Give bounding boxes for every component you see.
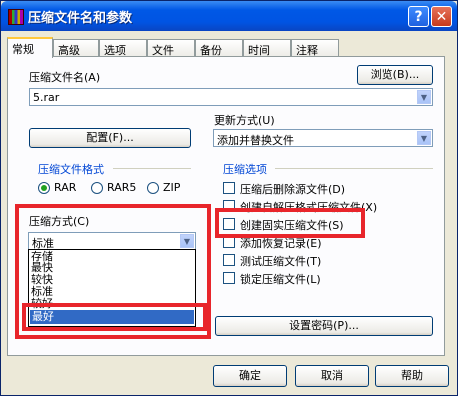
close-icon: ✕ (435, 8, 448, 25)
archive-name-label: 压缩文件名(A) (29, 71, 101, 84)
window-title: 压缩文件名和参数 (28, 11, 133, 26)
tab-time[interactable]: 时间 (243, 39, 291, 57)
question-icon: ? (414, 8, 423, 25)
tab-advanced[interactable]: 高级 (53, 39, 99, 57)
highlight-box-solid (215, 208, 365, 238)
radio-rar-label: RAR (54, 181, 77, 194)
checkbox-test-label: 测试压缩文件(T) (240, 255, 322, 268)
group-divider (113, 168, 191, 169)
radio-rar5-label: RAR5 (107, 181, 137, 194)
chevron-down-icon[interactable]: ▼ (417, 131, 431, 145)
set-password-button[interactable]: 设置密码(P)... (215, 316, 433, 336)
radio-rar5[interactable] (91, 182, 103, 194)
help-title-button[interactable]: ? (408, 6, 429, 27)
checkbox-delete-after[interactable] (223, 182, 235, 194)
title-bar[interactable]: 压缩文件名和参数 ? ✕ (1, 1, 457, 31)
group-divider (275, 168, 433, 169)
archive-name-combo[interactable]: 5.rar ▼ (29, 88, 433, 106)
profiles-button[interactable]: 配置(F)... (29, 128, 191, 148)
close-button[interactable]: ✕ (431, 6, 452, 27)
options-group-title: 压缩选项 (223, 163, 267, 176)
update-mode-value: 添加并替换文件 (217, 134, 294, 147)
chevron-down-icon[interactable]: ▼ (417, 90, 431, 104)
radio-rar[interactable] (38, 182, 50, 194)
tab-backup[interactable]: 备份 (195, 39, 243, 57)
ok-button[interactable]: 确定 (213, 365, 287, 387)
checkbox-lock[interactable] (223, 272, 235, 284)
tab-files[interactable]: 文件 (147, 39, 195, 57)
checkbox-delete-after-label: 压缩后删除源文件(D) (240, 183, 346, 196)
browse-button[interactable]: 浏览(B)... (357, 65, 433, 85)
highlight-box-best (22, 303, 207, 331)
cancel-button[interactable]: 取消 (295, 365, 369, 387)
checkbox-test[interactable] (223, 254, 235, 266)
tab-comment[interactable]: 注释 (291, 39, 339, 57)
update-mode-combo[interactable]: 添加并替换文件 ▼ (213, 129, 433, 147)
format-group-title: 压缩文件格式 (38, 163, 104, 176)
winrar-app-icon (8, 9, 24, 25)
update-mode-label: 更新方式(U) (214, 114, 275, 127)
help-button[interactable]: 帮助 (375, 365, 449, 387)
checkbox-lock-label: 锁定压缩文件(L) (240, 273, 321, 286)
radio-zip[interactable] (147, 182, 159, 194)
archive-name-value: 5.rar (33, 91, 60, 104)
tab-options[interactable]: 选项 (99, 39, 147, 57)
tab-general[interactable]: 常规 (7, 37, 53, 58)
dialog-window: 压缩文件名和参数 ? ✕ 常规 高级 选项 文件 备份 时间 注释 压缩文件名(… (0, 0, 458, 396)
radio-zip-label: ZIP (163, 181, 181, 194)
